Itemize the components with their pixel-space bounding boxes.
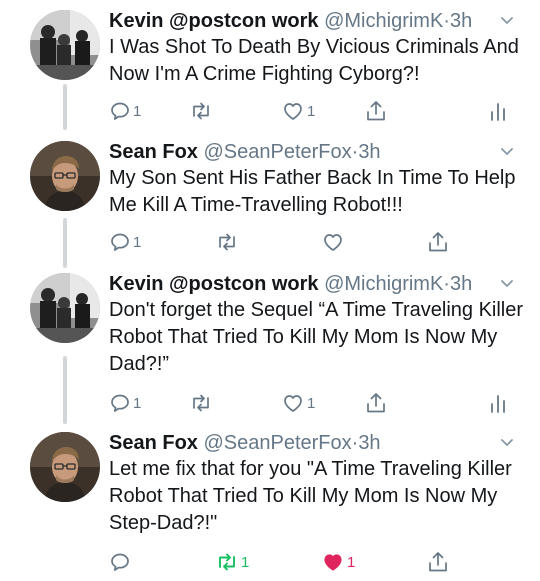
tweet-text: My Son Sent His Father Back In Time To H… [109,167,516,216]
like-count: 1 [307,102,316,120]
display-name[interactable]: Kevin @postcon work [109,273,319,295]
share-icon [429,232,447,252]
heart-icon [284,395,302,412]
share-icon [429,552,447,572]
retweet-button[interactable] [189,98,215,124]
user-handle[interactable]: @SeanPeterFox [203,141,351,163]
group-photo-avatar[interactable] [30,273,100,343]
tweet[interactable]: Kevin @postcon work @MichigrimK·3h Don't… [0,271,540,421]
tweet[interactable]: Kevin @postcon work @MichigrimK·3h I Was… [0,8,540,128]
retweet-icon [219,233,235,251]
display-name[interactable]: Kevin @postcon work [109,10,319,32]
reply-button[interactable]: 1 [109,390,141,416]
reply-icon [111,394,129,412]
tweet-header: Kevin @postcon work @MichigrimK·3h [109,271,472,297]
analytics-icon [491,103,505,121]
like-button[interactable]: 1 [281,98,315,124]
reply-icon [111,233,129,251]
user-handle[interactable]: @MichigrimK [324,10,443,32]
separator-dot: · [443,10,450,32]
share-button[interactable] [427,229,449,255]
heart-icon [284,103,302,120]
chevron-down-icon[interactable] [500,277,514,291]
tweet-header: Kevin @postcon work @MichigrimK·3h [109,8,472,34]
chevron-down-icon[interactable] [500,436,514,450]
like-count: 1 [307,394,316,412]
timestamp[interactable]: 3h [450,273,472,295]
user-handle[interactable]: @MichigrimK [324,273,443,295]
reply-button[interactable]: 1 [109,229,141,255]
reply-count: 1 [133,233,142,251]
tweet-header: Sean Fox @SeanPeterFox·3h [109,430,381,456]
share-icon [367,393,385,413]
reply-icon [111,553,129,571]
retweet-icon [193,394,209,412]
reply-count: 1 [133,394,142,412]
separator-dot: · [443,273,450,295]
group-photo-avatar[interactable] [30,10,100,80]
reply-button[interactable]: 1 [109,98,141,124]
reply-icon [111,102,129,120]
heart-icon [324,234,342,251]
reply-button[interactable] [109,549,133,575]
analytics-button[interactable] [489,98,507,124]
share-icon [367,101,385,121]
retweet-button[interactable] [189,390,215,416]
display-name[interactable]: Sean Fox [109,141,198,163]
tweet[interactable]: Sean Fox @SeanPeterFox·3h Let me fix tha… [0,430,540,581]
timestamp[interactable]: 3h [450,10,472,32]
like-button[interactable] [321,229,347,255]
tweet-text: Let me fix that for you "A Time Travelin… [109,458,512,534]
share-button[interactable] [365,390,387,416]
chevron-down-icon[interactable] [500,14,514,28]
reply-count: 1 [133,102,142,120]
retweet-button[interactable] [215,229,241,255]
man-portrait-avatar[interactable] [30,432,100,502]
analytics-icon [491,395,505,413]
like-button[interactable]: 1 [321,549,355,575]
share-button[interactable] [427,549,449,575]
man-portrait-avatar[interactable] [30,141,100,211]
display-name[interactable]: Sean Fox [109,432,198,454]
like-button[interactable]: 1 [281,390,315,416]
retweet-button[interactable]: 1 [215,549,249,575]
tweet-header: Sean Fox @SeanPeterFox·3h [109,139,381,165]
chevron-down-icon[interactable] [500,145,514,159]
user-handle[interactable]: @SeanPeterFox [203,432,351,454]
retweet-icon [219,553,235,571]
timestamp[interactable]: 3h [358,141,380,163]
timestamp[interactable]: 3h [358,432,380,454]
retweet-count: 1 [241,553,250,571]
like-count: 1 [347,553,356,571]
retweet-icon [193,102,209,120]
tweet-text: Don't forget the Sequel “A Time Travelin… [109,299,524,375]
heart-filled-icon [324,554,342,571]
tweet[interactable]: Sean Fox @SeanPeterFox·3h My Son Sent Hi… [0,139,540,264]
tweet-text: I Was Shot To Death By Vicious Criminals… [109,36,519,85]
analytics-button[interactable] [489,390,507,416]
share-button[interactable] [365,98,387,124]
